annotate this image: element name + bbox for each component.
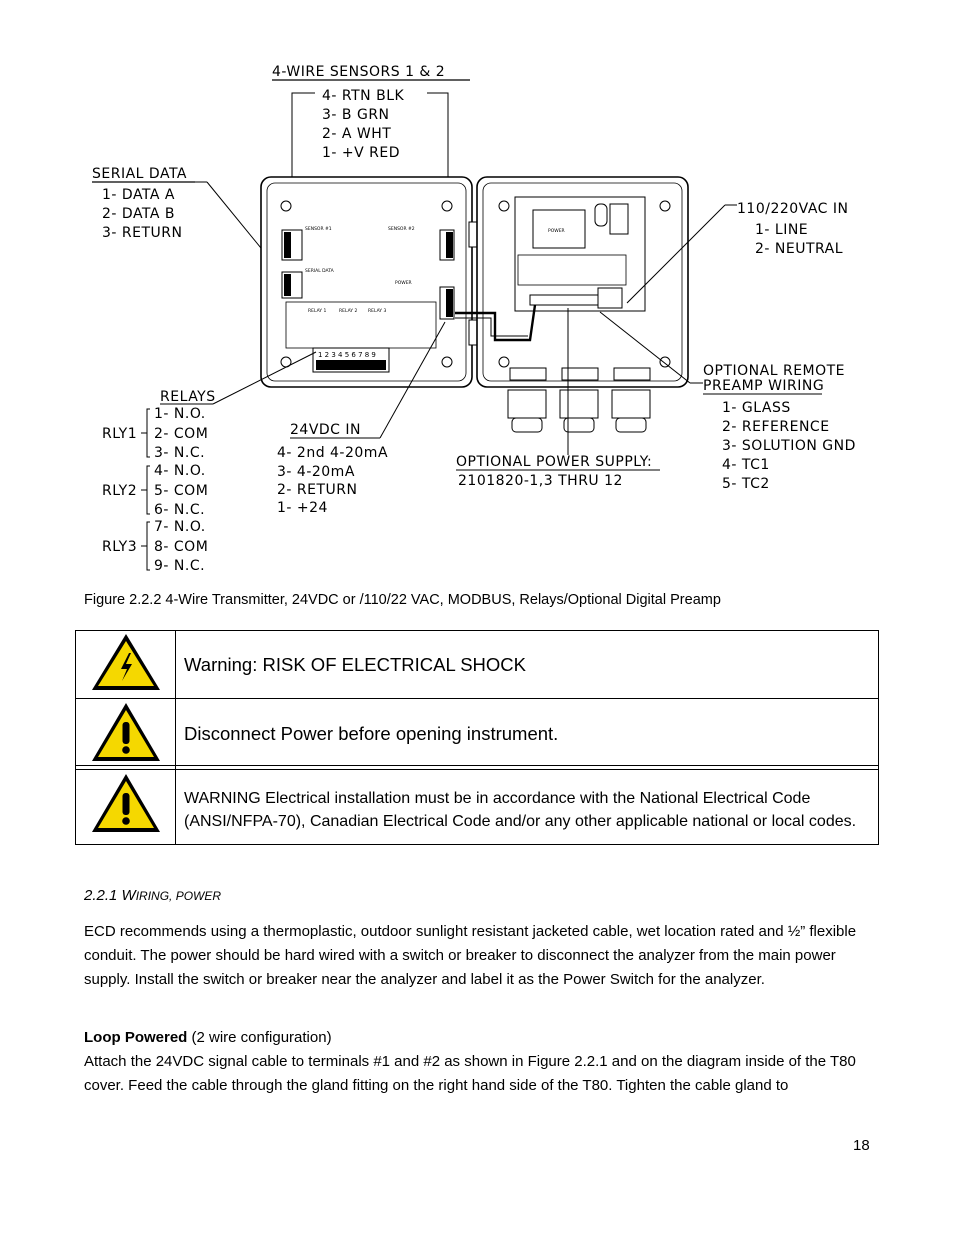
svg-text:1- DATA A: 1- DATA A [102,187,175,203]
svg-text:1- +V RED: 1- +V RED [322,145,400,161]
svg-text:OPTIONAL POWER SUPPLY:: OPTIONAL POWER SUPPLY: [456,454,652,470]
electrical-shock-warning-icon [91,634,160,690]
transmitter-lid: SENSOR #1 SENSOR #2 SERIAL DATA POWER RE… [260,176,473,388]
subheading: Loop Powered (2 wire configuration) [84,1029,332,1046]
svg-text:1- LINE: 1- LINE [755,222,808,238]
warning-text: Disconnect Power before opening instrume… [175,698,879,770]
svg-text:110/220VAC IN: 110/220VAC IN [737,201,849,217]
svg-text:3- SOLUTION GND: 3- SOLUTION GND [722,438,856,454]
svg-text:POWER: POWER [395,280,412,286]
warning-text: Warning: RISK OF ELECTRICAL SHOCK [175,630,879,699]
warning-table: WARNING Electrical installation must be … [75,765,879,845]
page-number: 18 [853,1137,870,1154]
svg-text:SENSOR #1: SENSOR #1 [305,226,332,232]
svg-text:7- N.O.: 7- N.O. [154,519,206,535]
svg-text:1- N.O.: 1- N.O. [154,406,206,422]
svg-text:2- NEUTRAL: 2- NEUTRAL [755,241,843,257]
svg-text:2- COM: 2- COM [154,426,208,442]
svg-text:3- N.C.: 3- N.C. [154,445,205,461]
svg-text:RELAY 1: RELAY 1 [308,308,326,314]
svg-text:2- A WHT: 2- A WHT [322,126,391,142]
svg-text:2- DATA B: 2- DATA B [102,206,175,222]
svg-text:2- RETURN: 2- RETURN [277,482,357,498]
svg-text:PREAMP WIRING: PREAMP WIRING [703,378,824,394]
svg-text:SERIAL DATA: SERIAL DATA [305,268,335,274]
svg-text:9- N.C.: 9- N.C. [154,558,205,574]
svg-text:3- 4-20mA: 3- 4-20mA [277,464,355,480]
svg-text:3- RETURN: 3- RETURN [102,225,182,241]
warning-text: WARNING Electrical installation must be … [175,765,879,845]
svg-text:SENSOR #2: SENSOR #2 [388,226,415,232]
svg-text:1 2 3 4 5 6 7 8 9: 1 2 3 4 5 6 7 8 9 [318,351,376,359]
svg-text:RLY3: RLY3 [102,539,137,555]
svg-text:6- N.C.: 6- N.C. [154,502,205,518]
warning-row: Warning: RISK OF ELECTRICAL SHOCK [75,630,879,699]
svg-text:RLY1: RLY1 [102,426,137,442]
svg-text:4- N.O.: 4- N.O. [154,463,206,479]
transmitter-base: POWER [476,176,689,388]
svg-text:RLY2: RLY2 [102,483,137,499]
warning-row: Disconnect Power before opening instrume… [75,698,879,770]
svg-text:RELAY 2: RELAY 2 [339,308,357,314]
section-heading: 2.2.1 WIRING, POWER [84,887,222,904]
wiring-diagram: 4-WIRE SENSORS 1 & 2 4- RTN BLK 3- B GRN… [92,64,856,574]
serial-data-label: SERIAL DATA 1- DATA A 2- DATA B 3- RETUR… [92,166,284,276]
cable-glands [507,389,651,433]
svg-text:POWER: POWER [548,228,565,234]
svg-text:1- GLASS: 1- GLASS [722,400,791,416]
svg-text:5- TC2: 5- TC2 [722,476,770,492]
svg-text:8- COM: 8- COM [154,539,208,555]
svg-text:2101820-1,3 THRU 12: 2101820-1,3 THRU 12 [458,473,623,489]
paragraph: ECD recommends using a thermoplastic, ou… [84,923,857,988]
svg-text:OPTIONAL REMOTE: OPTIONAL REMOTE [703,363,845,379]
warning-row: WARNING Electrical installation must be … [75,765,879,845]
figure-caption: Figure 2.2.2 4-Wire Transmitter, 24VDC o… [84,592,721,608]
svg-text:2- REFERENCE: 2- REFERENCE [722,419,830,435]
svg-text:RELAY 3: RELAY 3 [368,308,386,314]
paragraph: Attach the 24VDC signal cable to termina… [84,1053,856,1094]
svg-text:RELAYS: RELAYS [160,389,216,405]
svg-text:4- TC1: 4- TC1 [722,457,770,473]
warning-table: Warning: RISK OF ELECTRICAL SHOCK Discon… [75,630,879,770]
svg-text:24VDC IN: 24VDC IN [290,422,361,438]
svg-text:SERIAL DATA: SERIAL DATA [92,166,187,182]
exclamation-warning-icon [91,773,160,832]
svg-text:1- +24: 1- +24 [277,500,328,516]
svg-text:3- B GRN: 3- B GRN [322,107,390,123]
exclamation-warning-icon [91,702,160,761]
svg-text:4- RTN BLK: 4- RTN BLK [322,88,404,104]
svg-text:4-WIRE SENSORS 1 & 2: 4-WIRE SENSORS 1 & 2 [272,64,445,80]
svg-text:4- 2nd 4-20mA: 4- 2nd 4-20mA [277,445,388,461]
svg-text:5- COM: 5- COM [154,483,208,499]
